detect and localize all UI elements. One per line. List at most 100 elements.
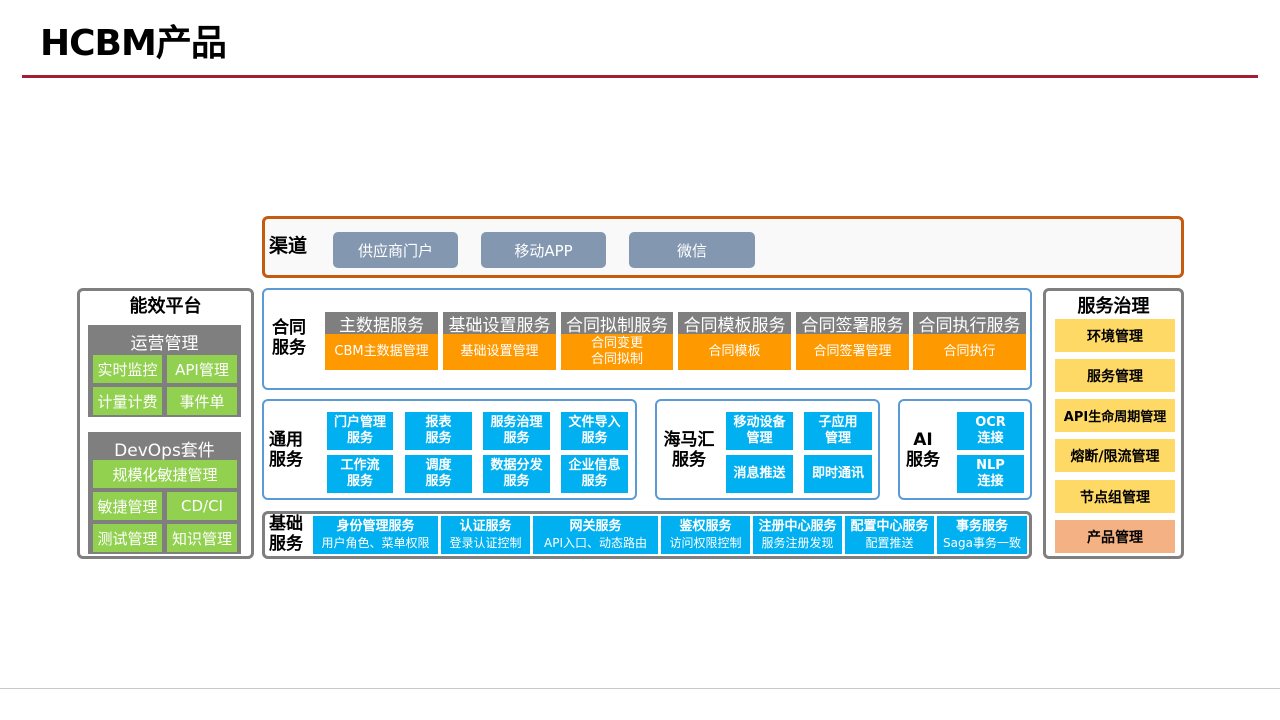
- contract-col-body-line1: 合同变更: [590, 336, 643, 352]
- channel-mobile-app[interactable]: 移动APP: [481, 232, 606, 268]
- common-service[interactable]: 服务治理 服务: [483, 412, 550, 450]
- ai-label-line1: AI: [913, 430, 933, 451]
- common-label: 通用 服务: [263, 428, 309, 474]
- base-service[interactable]: 网关服务 API入口、动态路由: [533, 516, 658, 554]
- ai-service-line2: 连接: [977, 474, 1004, 489]
- haimahui-service[interactable]: 子应用 管理: [804, 412, 872, 450]
- base-service[interactable]: 认证服务 登录认证控制: [441, 516, 530, 554]
- haimahui-service-line2: 管理: [824, 431, 851, 446]
- common-service[interactable]: 调度 服务: [405, 455, 472, 493]
- contract-col-body[interactable]: 合同执行: [913, 334, 1026, 370]
- channel-supplier-portal[interactable]: 供应商门户: [333, 232, 458, 268]
- ai-service-line1: NLP: [976, 457, 1005, 473]
- common-service-line1: 调度: [425, 457, 452, 473]
- contract-col-body-line1: 合同执行: [943, 344, 996, 360]
- contract-label-line1: 合同: [272, 318, 306, 339]
- governance-product-mgmt[interactable]: 产品管理: [1055, 520, 1175, 553]
- base-service-sub: 服务注册发现: [761, 535, 834, 550]
- base-label-line1: 基础: [269, 514, 303, 535]
- contract-label-line2: 服务: [272, 338, 306, 358]
- base-service-sub: 配置推送: [865, 535, 914, 550]
- common-service-line2: 服务: [346, 474, 373, 489]
- common-service[interactable]: 数据分发 服务: [483, 455, 550, 493]
- haimahui-label-line2: 服务: [672, 450, 706, 470]
- base-service-sub: Saga事务一致: [943, 535, 1021, 550]
- contract-col-body-line2: 合同拟制: [590, 352, 643, 367]
- haimahui-label-line1: 海马汇: [663, 430, 715, 451]
- base-service-title: 身份管理服务: [336, 519, 415, 535]
- common-service-line2: 服务: [503, 474, 530, 489]
- common-label-line1: 通用: [269, 430, 303, 451]
- haimahui-service[interactable]: 移动设备 管理: [726, 412, 793, 450]
- common-service-line1: 数据分发: [490, 457, 543, 473]
- base-service[interactable]: 身份管理服务 用户角色、菜单权限: [313, 516, 438, 554]
- common-service-line2: 服务: [581, 474, 608, 489]
- contract-col-header: 基础设置服务: [443, 312, 556, 336]
- common-service[interactable]: 企业信息 服务: [561, 455, 628, 493]
- contract-col-body[interactable]: 基础设置管理: [443, 334, 556, 370]
- devops-agile[interactable]: 敏捷管理: [93, 492, 162, 520]
- base-service[interactable]: 鉴权服务 访问权限控制: [661, 516, 750, 554]
- common-service[interactable]: 门户管理 服务: [327, 412, 393, 450]
- channel-label: 渠道: [268, 235, 307, 258]
- common-service-line2: 服务: [346, 431, 373, 446]
- contract-col-body[interactable]: CBM主数据管理: [325, 334, 438, 370]
- base-service[interactable]: 配置中心服务 配置推送: [845, 516, 934, 554]
- haimahui-service-line1: 即时通讯: [811, 465, 864, 481]
- governance-circuit-breaker[interactable]: 熔断/限流管理: [1055, 439, 1175, 472]
- haimahui-label: 海马汇 服务: [657, 428, 721, 474]
- ai-label: AI 服务: [900, 428, 946, 474]
- haimahui-service[interactable]: 消息推送: [726, 455, 793, 493]
- ai-service[interactable]: OCR 连接: [957, 412, 1024, 450]
- base-service[interactable]: 事务服务 Saga事务一致: [937, 516, 1027, 554]
- common-service[interactable]: 工作流 服务: [327, 455, 393, 493]
- governance-node-group[interactable]: 节点组管理: [1055, 480, 1175, 513]
- contract-col-body-line1: 合同签署管理: [813, 344, 892, 360]
- ops-incident[interactable]: 事件单: [167, 387, 237, 415]
- contract-col-header: 合同签署服务: [796, 312, 909, 336]
- common-label-line2: 服务: [269, 450, 303, 470]
- ops-api-management[interactable]: API管理: [167, 355, 237, 383]
- devops-knowledge[interactable]: 知识管理: [167, 524, 237, 552]
- base-service-title: 配置中心服务: [850, 519, 929, 535]
- ops-realtime-monitor[interactable]: 实时监控: [93, 355, 162, 383]
- governance-api-lifecycle[interactable]: API生命周期管理: [1055, 399, 1175, 432]
- governance-environment[interactable]: 环境管理: [1055, 319, 1175, 352]
- haimahui-service-line2: 管理: [746, 431, 773, 446]
- devops-cdci[interactable]: CD/CI: [167, 492, 237, 520]
- governance-service-mgmt[interactable]: 服务管理: [1055, 359, 1175, 392]
- base-service-title: 网关服务: [569, 519, 622, 535]
- devops-testing[interactable]: 测试管理: [93, 524, 162, 552]
- efficiency-title: 能效平台: [129, 295, 202, 317]
- ai-service-line1: OCR: [975, 414, 1006, 430]
- ai-service[interactable]: NLP 连接: [957, 455, 1024, 493]
- ops-metering-billing[interactable]: 计量计费: [93, 387, 162, 415]
- common-service-line1: 报表: [425, 414, 452, 430]
- footer-divider: [0, 688, 1280, 689]
- contract-col-body[interactable]: 合同变更 合同拟制: [561, 334, 673, 370]
- base-service-title: 鉴权服务: [679, 519, 732, 535]
- contract-col-body-line1: 合同模板: [708, 344, 761, 360]
- common-service-line1: 文件导入: [568, 414, 621, 430]
- base-service-sub: API入口、动态路由: [544, 535, 647, 550]
- common-service[interactable]: 报表 服务: [405, 412, 472, 450]
- contract-col-header: 合同拟制服务: [561, 312, 673, 336]
- base-service-title: 事务服务: [955, 519, 1008, 535]
- common-service-line2: 服务: [503, 431, 530, 446]
- base-label: 基础 服务: [263, 513, 309, 557]
- base-service-sub: 用户角色、菜单权限: [321, 535, 430, 550]
- devops-scaled-agile[interactable]: 规模化敏捷管理: [93, 460, 237, 488]
- contract-col-body[interactable]: 合同签署管理: [796, 334, 909, 370]
- ai-label-line2: 服务: [906, 450, 940, 470]
- base-service-title: 注册中心服务: [758, 519, 837, 535]
- haimahui-service-line1: 子应用: [818, 414, 858, 430]
- common-service[interactable]: 文件导入 服务: [561, 412, 628, 450]
- ai-service-line2: 连接: [977, 431, 1004, 446]
- haimahui-service[interactable]: 即时通讯: [804, 455, 872, 493]
- channel-wechat[interactable]: 微信: [629, 232, 755, 268]
- common-service-line1: 工作流: [340, 457, 380, 473]
- contract-col-header: 主数据服务: [325, 312, 438, 336]
- contract-col-body[interactable]: 合同模板: [678, 334, 791, 370]
- haimahui-service-line1: 移动设备: [733, 414, 786, 430]
- base-service[interactable]: 注册中心服务 服务注册发现: [753, 516, 842, 554]
